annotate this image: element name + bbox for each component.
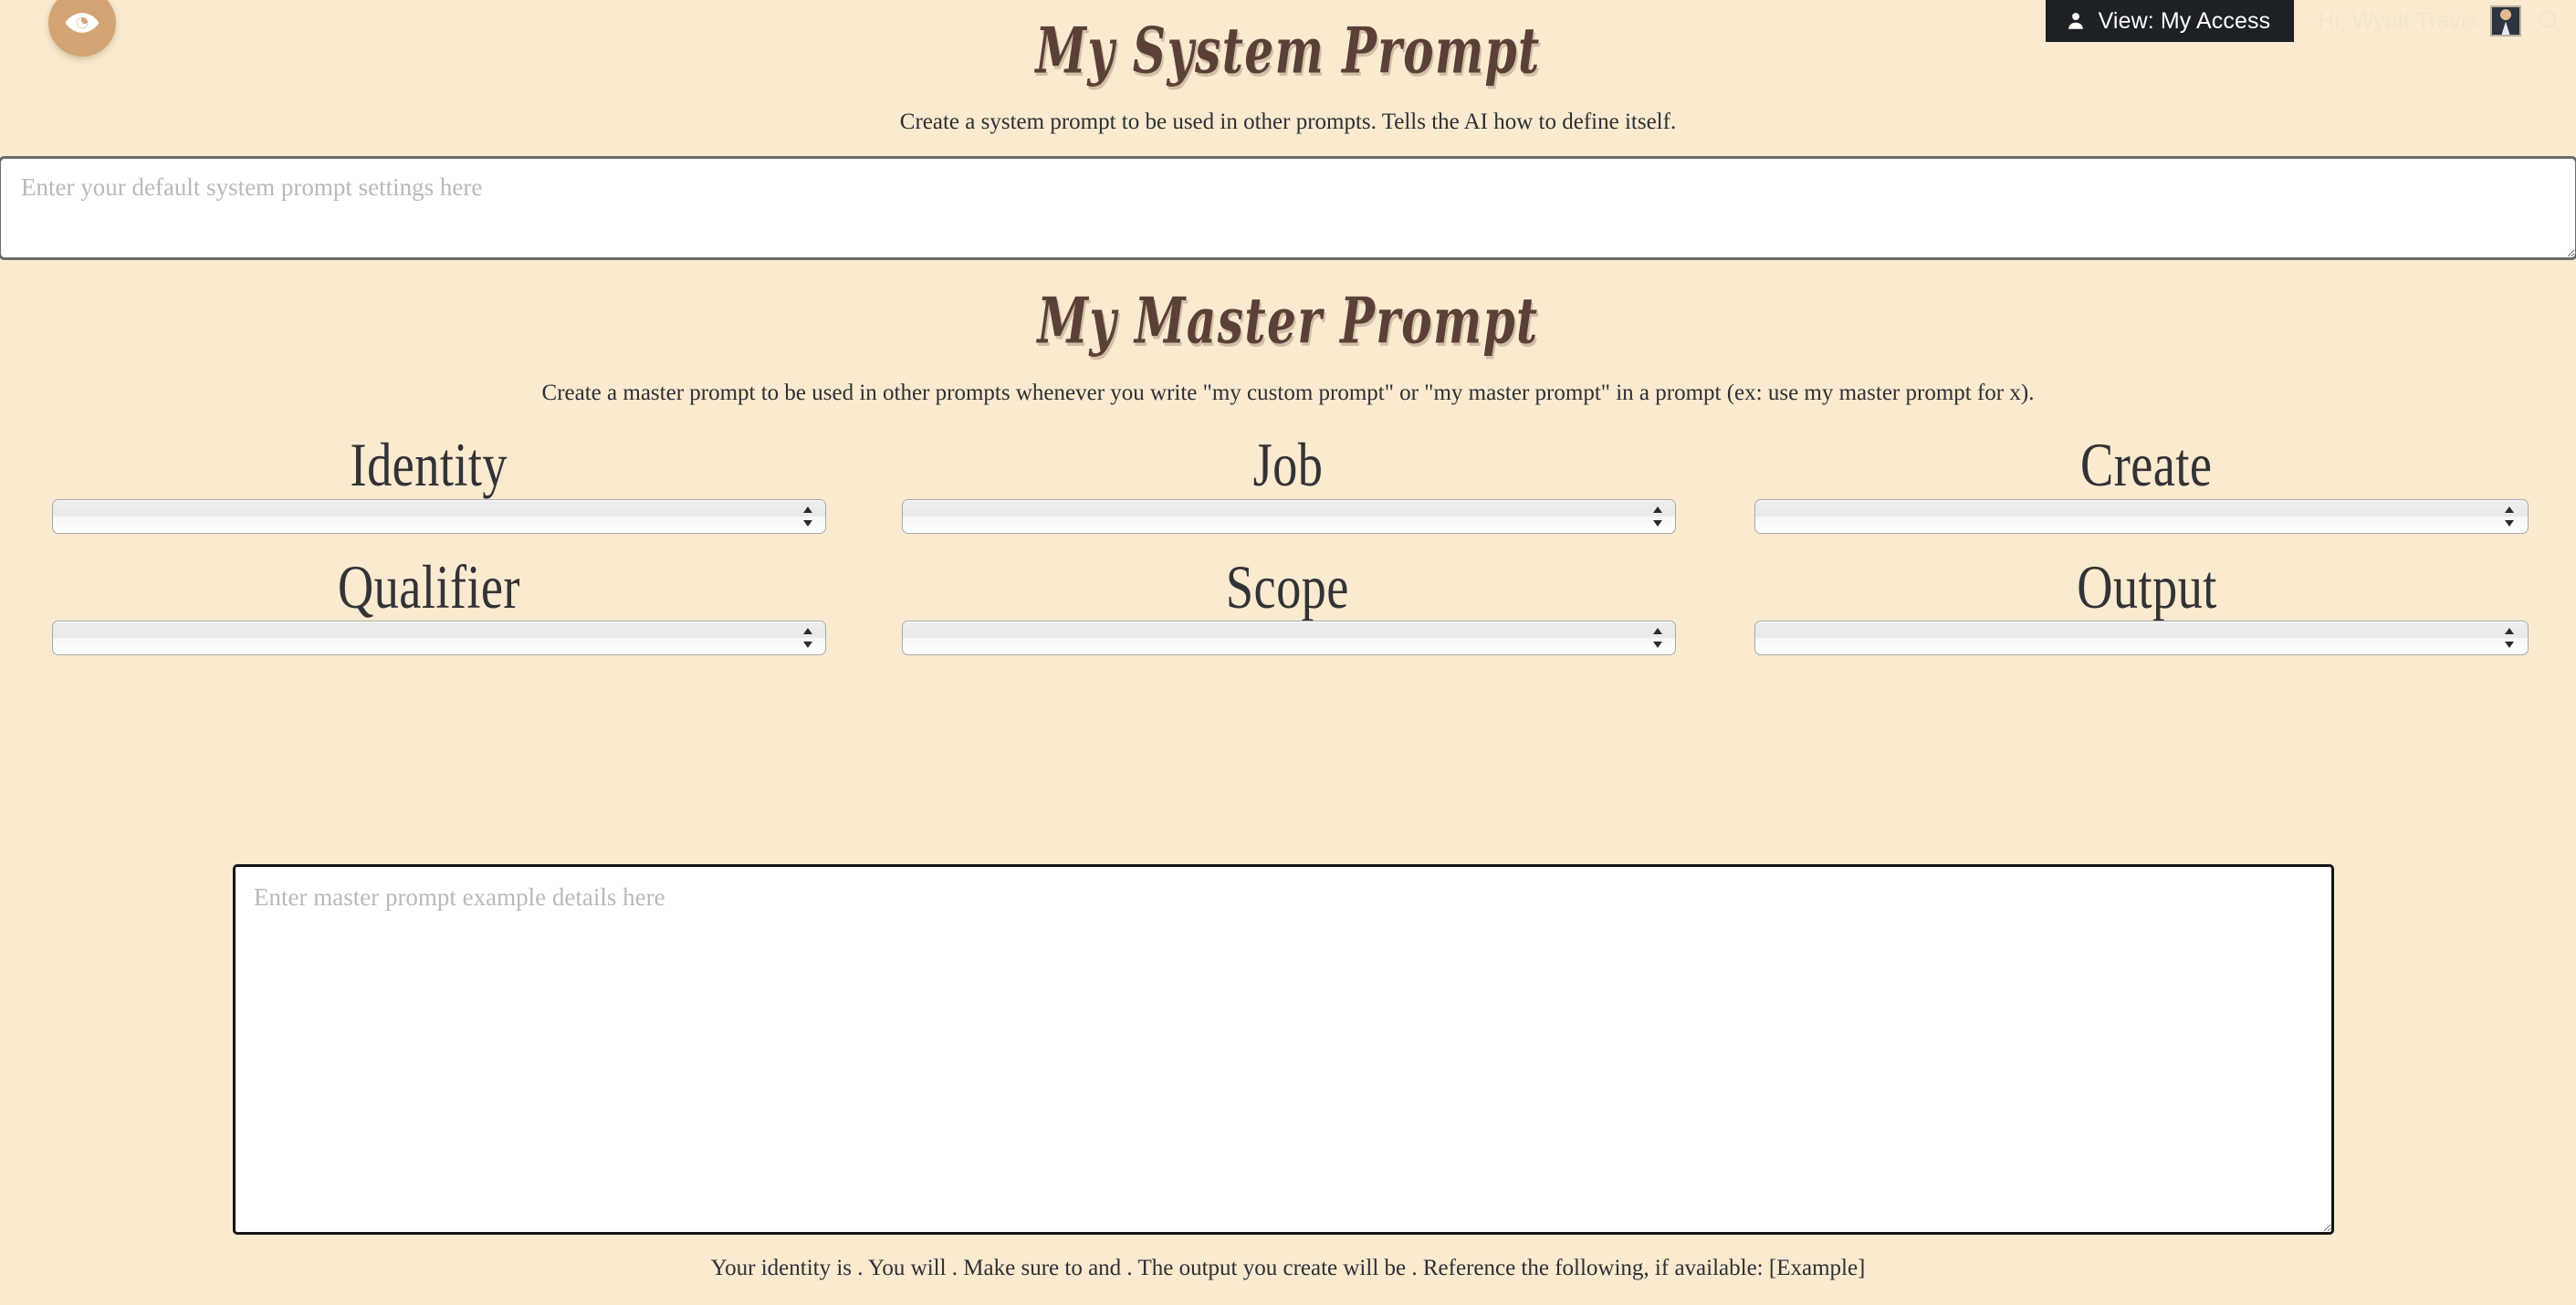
view-my-access-label: View: My Access [2098,7,2271,34]
selector-group-output: Output [1717,551,2576,656]
person-icon [2066,9,2086,33]
master-prompt-subtitle: Create a master prompt to be used in oth… [541,381,2035,405]
master-prompt-selector-grid: Identity Job Create Qualifier Scope Outp… [0,430,2576,656]
page-title-master-prompt: My Master Prompt [1037,283,1539,358]
select-scope[interactable] [902,621,1676,656]
select-qualifier[interactable] [52,621,826,656]
selector-group-identity: Identity [0,430,858,534]
selector-row-2: Qualifier Scope Output [0,551,2576,656]
selector-label-output: Output [2076,551,2217,621]
spinner-arrows-icon [2505,506,2515,527]
app-page: View: My Access Hi, Wyatt Travis My Syst… [0,0,2576,1305]
selector-group-qualifier: Qualifier [0,551,858,656]
master-prompt-example-input[interactable] [233,864,2334,1235]
search-icon[interactable] [2521,7,2576,35]
selector-label-identity: Identity [350,430,508,499]
master-prompt-preview-sentence: Your identity is . You will . Make sure … [710,1256,1866,1280]
selector-group-scope: Scope [858,551,1717,656]
view-my-access-button[interactable]: View: My Access [2045,0,2295,42]
system-prompt-subtitle: Create a system prompt to be used in oth… [899,110,1677,134]
selector-group-job: Job [858,430,1717,534]
selector-row-1: Identity Job Create [0,430,2576,534]
selector-label-create: Create [2080,430,2213,499]
user-greeting: Hi, Wyatt Travis [2318,7,2477,34]
top-right-header: View: My Access Hi, Wyatt Travis [2045,0,2576,42]
select-identity[interactable] [52,498,826,534]
selector-label-scope: Scope [1226,551,1349,621]
eye-icon [64,5,100,41]
spinner-arrows-icon [802,628,812,649]
select-job[interactable] [902,498,1676,534]
spinner-arrows-icon [1652,628,1662,649]
spinner-arrows-icon [1652,506,1662,527]
select-create[interactable] [1754,498,2529,534]
avatar[interactable] [2490,5,2521,37]
selector-group-create: Create [1717,430,2576,534]
selector-label-job: Job [1252,430,1323,499]
system-prompt-input[interactable] [0,156,2576,260]
selector-label-qualifier: Qualifier [338,551,520,621]
spinner-arrows-icon [802,506,812,527]
spinner-arrows-icon [2505,628,2515,649]
select-output[interactable] [1754,621,2529,656]
